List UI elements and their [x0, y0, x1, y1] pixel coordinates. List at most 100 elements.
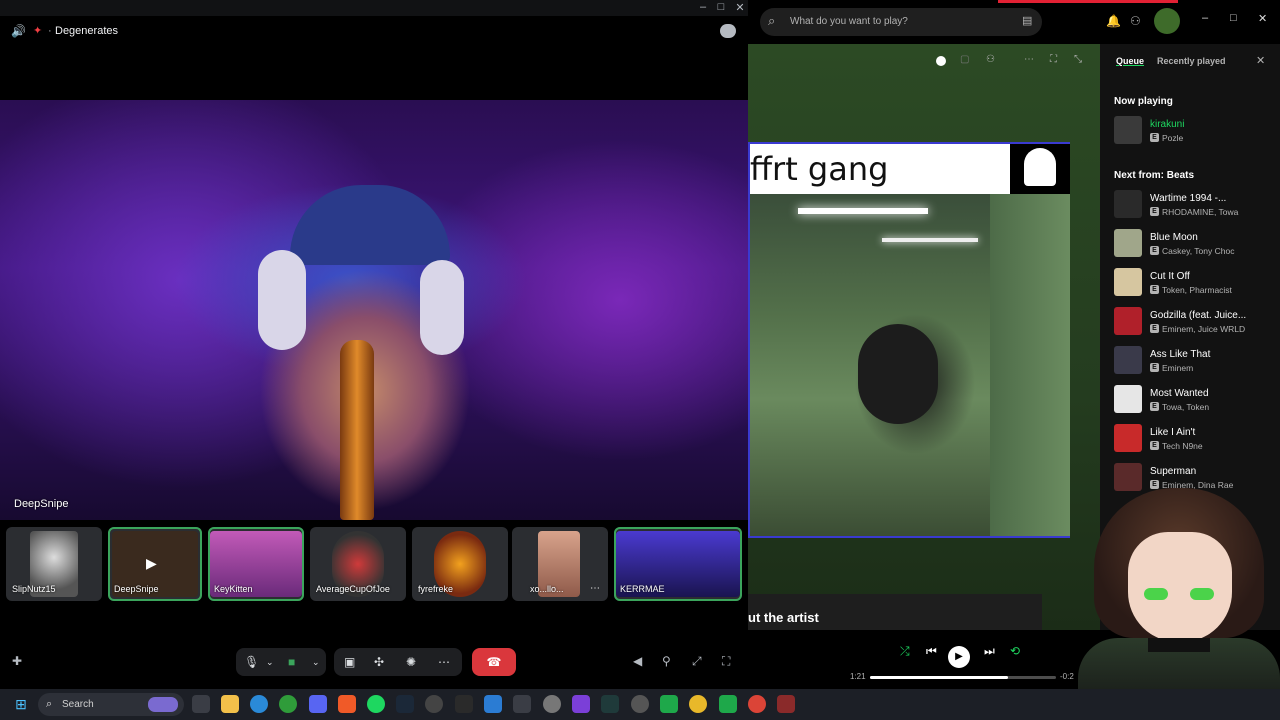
next-icon[interactable]: ⏭ [984, 644, 995, 659]
canvas-video[interactable]: ffrt gang [748, 142, 1070, 538]
screen-share-icon[interactable]: ▣ [344, 648, 355, 676]
participant-tile[interactable]: KERRMAE [614, 527, 742, 601]
camera-icon[interactable]: ■ [288, 648, 295, 676]
edge-icon[interactable] [250, 695, 268, 713]
remaining-time: -0:2 [1060, 672, 1074, 681]
terminal-icon[interactable] [601, 695, 619, 713]
discord-icon[interactable] [309, 695, 327, 713]
close-icon[interactable]: ✕ [1258, 12, 1267, 25]
queue-track-title[interactable]: Most Wanted [1150, 388, 1209, 399]
collapse-icon[interactable]: ⤡ [1074, 54, 1082, 65]
chevron-down-icon[interactable]: ⌄ [312, 648, 320, 676]
queue-track-title[interactable]: Godzilla (feat. Juice... [1150, 310, 1246, 321]
shuffle-icon[interactable]: ⤮ [900, 644, 910, 659]
media-player-icon[interactable] [660, 695, 678, 713]
camera-icon: ▶ [146, 555, 157, 571]
minimize-icon[interactable]: – [1202, 12, 1208, 24]
mic-icon[interactable]: 🎙 [244, 648, 259, 676]
main-video-feed[interactable] [0, 100, 748, 520]
minimize-icon[interactable]: – [694, 1, 712, 13]
steelseries-icon[interactable] [631, 695, 649, 713]
queue-track-artist[interactable]: Eminem, Juice WRLD [1162, 324, 1245, 334]
calculator-icon[interactable] [513, 695, 531, 713]
activities-icon[interactable]: ✣ [374, 648, 384, 676]
brave-icon[interactable] [338, 695, 356, 713]
spotify-icon[interactable] [367, 695, 385, 713]
now-playing-title[interactable]: kirakuni [1150, 119, 1184, 130]
file-explorer-icon[interactable] [221, 695, 239, 713]
taskbar-search[interactable]: ⌕ Search [38, 693, 184, 716]
queue-track-artist[interactable]: Towa, Token [1162, 402, 1209, 412]
task-view-icon[interactable] [192, 695, 210, 713]
queue-track-artist[interactable]: Tech N9ne [1162, 441, 1203, 451]
xbox-icon[interactable] [279, 695, 297, 713]
connect-icon[interactable]: ⚇ [986, 54, 995, 65]
play-button[interactable]: ▶ [948, 646, 970, 668]
epic-games-icon[interactable] [455, 695, 473, 713]
queue-track-artist[interactable]: Token, Pharmacist [1162, 285, 1232, 295]
maximize-icon[interactable]: □ [712, 1, 730, 13]
queue-track-title[interactable]: Blue Moon [1150, 232, 1198, 243]
search-input[interactable]: ⌕ What do you want to play? ▤ [760, 8, 1042, 36]
maximize-icon[interactable]: □ [1230, 12, 1237, 24]
call-header: 🔊 ✦ · Degenerates [0, 16, 748, 48]
explicit-badge: E [1150, 246, 1159, 255]
queue-track-artist[interactable]: RHODAMINE, Towa [1162, 207, 1238, 217]
repeat-icon[interactable]: ⟲ [1010, 644, 1020, 658]
chevron-down-icon[interactable]: ⌄ [266, 648, 274, 676]
mic-camera-group: 🎙 ⌄ ■ ⌄ [236, 648, 326, 676]
queue-track-title[interactable]: Cut It Off [1150, 271, 1190, 282]
disconnect-button[interactable]: ☎ [472, 648, 516, 676]
participant-tile[interactable]: xo...llo... ⋯ [512, 527, 608, 601]
add-person-icon[interactable]: ✚ [12, 654, 22, 668]
soundboard-icon[interactable]: ✺ [406, 648, 416, 676]
volume-icon[interactable]: ◀ [633, 654, 642, 668]
app-icon[interactable] [777, 695, 795, 713]
participant-tile[interactable]: AverageCupOfJoe [310, 527, 406, 601]
participant-tile[interactable]: ▶ DeepSnipe [108, 527, 202, 601]
pin-icon[interactable]: ⚲ [662, 654, 671, 668]
previous-icon[interactable]: ⏮ [926, 644, 937, 659]
now-playing-dot-icon[interactable] [936, 56, 946, 66]
queue-track-title[interactable]: Ass Like That [1150, 349, 1210, 360]
chrome-icon[interactable] [689, 695, 707, 713]
chat-icon[interactable] [720, 24, 736, 38]
more-icon[interactable]: ⋯ [1024, 54, 1034, 65]
fullscreen-icon[interactable]: ⛶ [722, 654, 730, 669]
ghost-logo-icon [1010, 144, 1070, 194]
notepad-icon[interactable] [484, 695, 502, 713]
bell-icon[interactable]: 🔔 [1106, 14, 1121, 28]
now-playing-artist[interactable]: Pozle [1162, 133, 1183, 143]
close-icon[interactable]: ✕ [731, 1, 749, 14]
avatar[interactable] [1154, 8, 1180, 34]
search-placeholder: What do you want to play? [790, 16, 908, 27]
queue-track-artist[interactable]: Eminem [1162, 363, 1193, 373]
lyrics-icon[interactable]: ▢ [960, 54, 969, 65]
windows-start-icon[interactable]: ⊞ [12, 695, 30, 713]
participant-tile[interactable]: fyrefreke [412, 527, 508, 601]
clipchamp-icon[interactable] [572, 695, 590, 713]
queue-track-title[interactable]: Wartime 1994 -... [1150, 193, 1226, 204]
tab-recently-played[interactable]: Recently played [1157, 56, 1226, 66]
settings-icon[interactable] [543, 695, 561, 713]
tab-queue[interactable]: Queue [1116, 56, 1144, 66]
speaker-icon[interactable]: 🔊 [11, 24, 26, 38]
close-icon[interactable]: ✕ [1256, 54, 1265, 67]
progress-bar[interactable] [870, 676, 1056, 679]
more-icon[interactable]: ⋯ [590, 583, 600, 594]
participant-tile[interactable]: SlipNutz15 [6, 527, 102, 601]
queue-track-title[interactable]: Superman [1150, 466, 1196, 477]
media-player-icon[interactable] [719, 695, 737, 713]
canvas-title-bar: ffrt gang [750, 144, 1070, 194]
queue-track-title[interactable]: Like I Ain't [1150, 427, 1195, 438]
more-icon[interactable]: ⋯ [438, 648, 450, 676]
friends-icon[interactable]: ⚇ [1130, 14, 1141, 28]
chrome-icon[interactable] [748, 695, 766, 713]
steam-icon[interactable] [396, 695, 414, 713]
participant-tile[interactable]: KeyKitten [208, 527, 304, 601]
obs-icon[interactable] [425, 695, 443, 713]
browse-icon[interactable]: ▤ [1022, 14, 1032, 27]
popout-icon[interactable]: ⤢ [692, 654, 702, 669]
expand-icon[interactable]: ⛶ [1050, 54, 1057, 65]
queue-track-artist[interactable]: Caskey, Tony Choc [1162, 246, 1234, 256]
